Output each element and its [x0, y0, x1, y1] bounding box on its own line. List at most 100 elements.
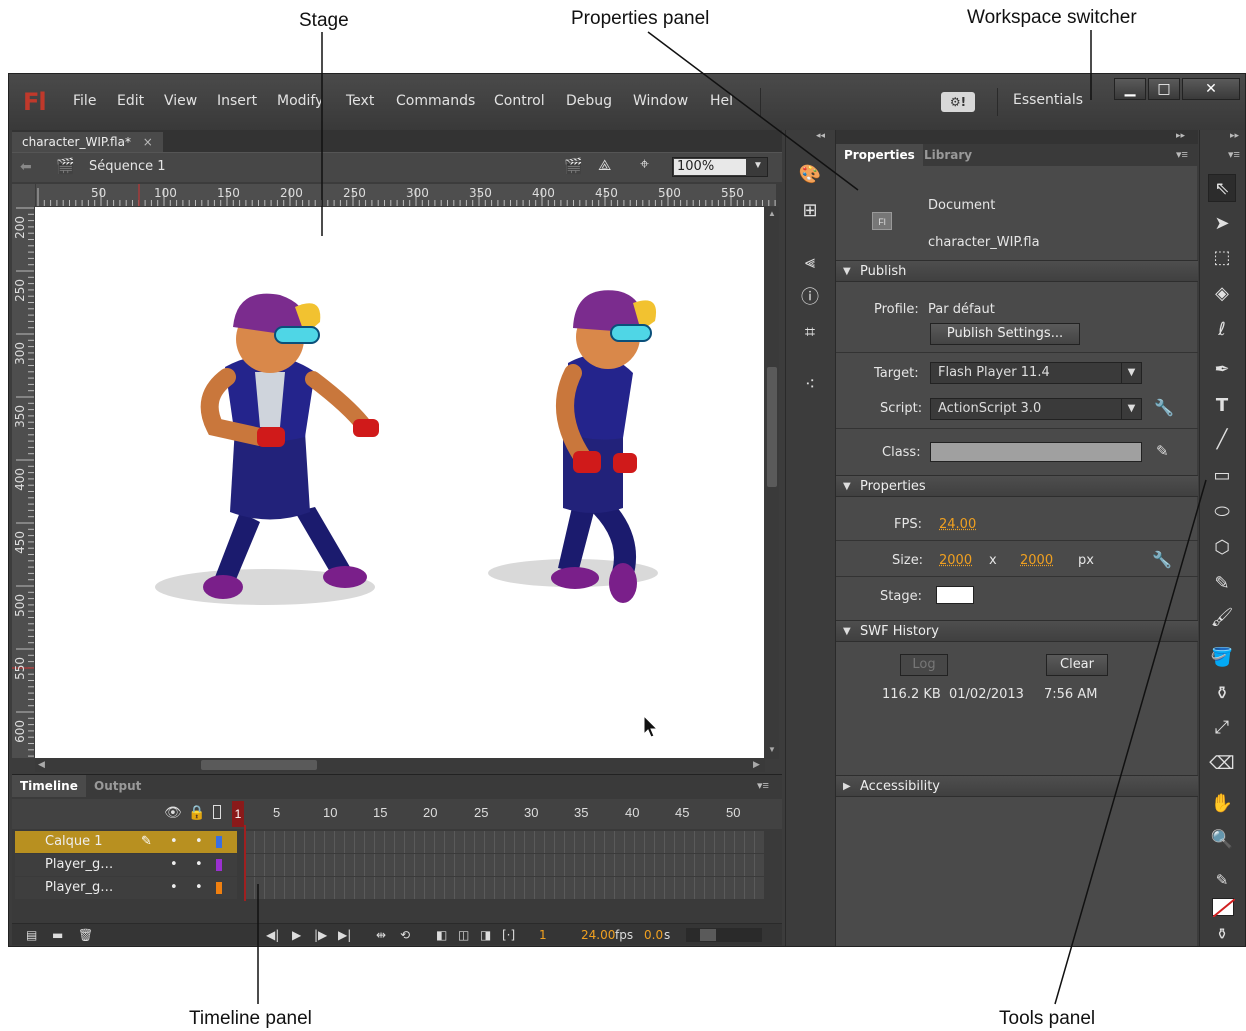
loop-icon[interactable]: ⟲ — [400, 924, 410, 946]
rectangle-tool-icon[interactable]: ▭ — [1208, 462, 1236, 490]
layer-name[interactable]: Calque 1 — [45, 834, 103, 849]
panel-menu-icon[interactable]: ▾≡ — [1176, 148, 1188, 161]
minimize-button[interactable]: ▁ — [1114, 78, 1146, 100]
target-select[interactable]: Flash Player 11.4 ▼ — [930, 362, 1142, 384]
last-frame-icon[interactable]: ▶| — [338, 924, 351, 946]
play-icon[interactable]: ▶ — [292, 924, 301, 946]
onion-skin-icon[interactable]: ◧ — [436, 924, 447, 946]
maximize-button[interactable]: □ — [1148, 78, 1180, 100]
polystar-tool-icon[interactable]: ⬡ — [1208, 534, 1236, 562]
stage-vertical-scrollbar[interactable]: ▲ ▼ — [765, 207, 779, 759]
publish-settings-button[interactable]: Publish Settings... — [930, 323, 1080, 345]
zoom-value[interactable]: 100% — [674, 159, 746, 175]
wrench-icon[interactable]: 🔧 — [1152, 550, 1172, 570]
edit-class-pencil-icon[interactable]: ✎ — [1156, 442, 1169, 460]
timeline-scrollbar[interactable] — [686, 928, 762, 942]
onion-markers-icon[interactable]: [·] — [502, 924, 515, 946]
back-arrow-icon[interactable]: ⬅ — [20, 158, 32, 175]
motion-presets-icon[interactable]: ⁖ — [798, 372, 822, 396]
section-accessibility-header[interactable]: ▶ Accessibility — [836, 775, 1198, 797]
wrench-icon[interactable]: 🔧 — [1154, 398, 1174, 418]
pencil-tool-icon[interactable]: ✎ — [1208, 570, 1236, 598]
subselection-tool-icon[interactable]: ➤ — [1208, 210, 1236, 238]
menu-view[interactable]: View — [164, 93, 197, 109]
layer-row[interactable]: Player_g… • • — [15, 877, 237, 899]
collapse-arrows-icon[interactable]: ▸▸ — [1230, 130, 1239, 141]
color-palette-icon[interactable]: 🎨 — [798, 162, 822, 186]
lock-icon[interactable]: 🔒 — [188, 804, 205, 821]
oval-tool-icon[interactable]: ⬭ — [1208, 498, 1236, 526]
layer-color-swatch[interactable] — [216, 859, 222, 871]
stage[interactable] — [35, 207, 764, 759]
chevron-down-icon[interactable]: ▼ — [1121, 363, 1141, 383]
new-layer-icon[interactable]: ▤ — [26, 924, 37, 946]
lock-dot-icon[interactable]: • — [195, 831, 203, 853]
collapse-arrows-icon[interactable]: ◂◂ — [816, 130, 825, 141]
layer-name[interactable]: Player_g… — [45, 857, 113, 872]
tab-close-icon[interactable]: × — [143, 135, 153, 149]
chevron-down-icon[interactable]: ▼ — [753, 160, 763, 171]
frames-row[interactable] — [244, 854, 764, 876]
visibility-dot-icon[interactable]: • — [170, 831, 178, 853]
layer-color-swatch[interactable] — [216, 836, 222, 848]
lock-dot-icon[interactable]: • — [195, 854, 203, 876]
scroll-left-icon[interactable]: ◀ — [38, 759, 45, 770]
visibility-dot-icon[interactable]: • — [170, 877, 178, 899]
scroll-up-icon[interactable]: ▲ — [768, 209, 776, 218]
swatches-grid-icon[interactable]: ⊞ — [798, 198, 822, 222]
collapse-arrows-icon[interactable]: ▸▸ — [1176, 130, 1185, 141]
fps-value[interactable]: 24.00 — [939, 517, 976, 532]
3d-rotation-tool-icon[interactable]: ◈ — [1208, 280, 1236, 308]
eyedropper-tool-icon[interactable]: ⤢ — [1208, 714, 1236, 742]
timeline-scroll-thumb[interactable] — [700, 929, 716, 941]
menu-control[interactable]: Control — [494, 93, 545, 109]
horizontal-scroll-thumb[interactable] — [201, 760, 317, 770]
info-icon[interactable]: ⓘ — [798, 285, 822, 309]
edit-multiple-icon[interactable]: ◨ — [480, 924, 491, 946]
layer-name[interactable]: Player_g… — [45, 880, 113, 895]
chevron-down-icon[interactable]: ▼ — [1121, 399, 1141, 419]
zoom-select[interactable]: 100% ▼ — [672, 157, 768, 177]
stroke-color-icon[interactable]: ✎ — [1208, 866, 1236, 894]
line-tool-icon[interactable]: ╱ — [1208, 426, 1236, 454]
eraser-tool-icon[interactable]: ⌫ — [1208, 750, 1236, 778]
transform-icon[interactable]: ⌗ — [798, 320, 822, 344]
panel-menu-icon[interactable]: ▾≡ — [1228, 148, 1240, 161]
pen-tool-icon[interactable]: ✒ — [1208, 356, 1236, 384]
menu-insert[interactable]: Insert — [217, 93, 257, 109]
layer-row[interactable]: Player_g… • • — [15, 854, 237, 876]
first-frame-icon[interactable]: ◀| — [266, 924, 279, 946]
frames-row[interactable] — [244, 877, 764, 899]
outline-icon[interactable] — [213, 805, 221, 819]
lasso-tool-icon[interactable]: ℓ — [1208, 316, 1236, 344]
new-folder-icon[interactable]: ▬ — [52, 924, 63, 946]
visibility-dot-icon[interactable]: • — [170, 854, 178, 876]
paint-bucket-tool-icon[interactable]: 🪣 — [1208, 644, 1236, 672]
show-hide-eye-icon[interactable]: 👁 — [164, 804, 182, 821]
hand-tool-icon[interactable]: ✋ — [1208, 790, 1236, 818]
script-select[interactable]: ActionScript 3.0 ▼ — [930, 398, 1142, 420]
section-swf-history-header[interactable]: ▼ SWF History — [836, 620, 1198, 642]
delete-layer-icon[interactable]: 🗑 — [78, 924, 93, 946]
tab-output[interactable]: Output — [86, 775, 149, 797]
onion-outline-icon[interactable]: ◫ — [458, 924, 469, 946]
menu-file[interactable]: File — [73, 93, 96, 109]
brush-tool-icon[interactable]: 🖌 — [1208, 604, 1236, 632]
tab-document[interactable]: character_WIP.fla* × — [12, 132, 163, 152]
stage-color-swatch[interactable] — [936, 586, 974, 604]
edit-symbols-icon[interactable]: ⟁ — [598, 157, 611, 174]
menu-help[interactable]: Help — [710, 93, 734, 109]
step-forward-icon[interactable]: |▶ — [314, 924, 327, 946]
menu-window[interactable]: Window — [633, 93, 688, 109]
stage-height[interactable]: 2000 — [1020, 553, 1053, 568]
layer-row[interactable]: Calque 1 ✎ • • — [15, 831, 237, 853]
vertical-scroll-thumb[interactable] — [767, 367, 777, 487]
clear-button[interactable]: Clear — [1046, 654, 1108, 676]
center-stage-icon[interactable]: ⌖ — [640, 156, 649, 174]
fill-color-none-icon[interactable] — [1212, 898, 1236, 918]
section-properties-header[interactable]: ▼ Properties — [836, 475, 1198, 497]
character-run-sprite[interactable] — [483, 273, 723, 613]
stage-width[interactable]: 2000 — [939, 553, 972, 568]
selection-tool-icon[interactable]: ⇖ — [1208, 174, 1236, 202]
center-frame-icon[interactable]: ⇹ — [376, 924, 386, 946]
